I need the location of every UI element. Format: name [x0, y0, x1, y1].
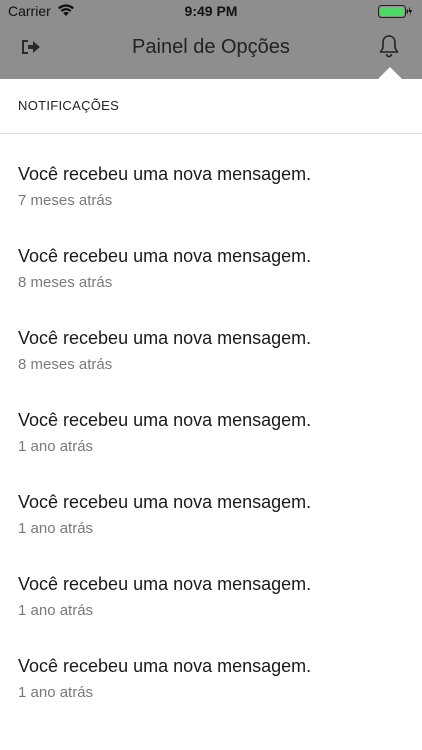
notification-time: 1 ano atrás: [18, 684, 94, 701]
notifications-header: NOTIFICAÇÕES: [18, 98, 120, 113]
notification-item[interactable]: Você recebeu uma nova mensagem. 8 meses …: [0, 328, 422, 410]
notification-time: 1 ano atrás: [18, 438, 94, 455]
notification-item[interactable]: Você recebeu uma nova mensagem. 1 ano at…: [0, 574, 422, 656]
notification-message: Você recebeu uma nova mensagem.: [18, 328, 312, 348]
notification-message: Você recebeu uma nova mensagem.: [18, 656, 312, 676]
divider: [0, 133, 422, 134]
notification-item[interactable]: Você recebeu uma nova mensagem. 7 meses …: [0, 164, 422, 246]
notification-time: 8 meses atrás: [18, 274, 113, 291]
status-bar: Carrier 9:49 PM: [0, 0, 422, 22]
notifications-popover: NOTIFICAÇÕES Você recebeu uma nova mensa…: [0, 79, 422, 750]
notifications-list: Você recebeu uma nova mensagem. 7 meses …: [0, 164, 422, 738]
notifications-button[interactable]: [378, 34, 402, 60]
notification-item[interactable]: Você recebeu uma nova mensagem. 8 meses …: [0, 246, 422, 328]
notification-time: 1 ano atrás: [18, 602, 94, 619]
notification-time: 8 meses atrás: [18, 356, 113, 373]
battery-icon: [378, 5, 412, 21]
popover-arrow: [378, 67, 402, 79]
bell-icon: [379, 35, 399, 58]
notification-message: Você recebeu uma nova mensagem.: [18, 492, 312, 512]
notification-item[interactable]: Você recebeu uma nova mensagem. 1 ano at…: [0, 492, 422, 574]
notification-message: Você recebeu uma nova mensagem.: [18, 574, 312, 594]
notification-item[interactable]: Você recebeu uma nova mensagem. 1 ano at…: [0, 410, 422, 492]
status-time: 9:49 PM: [184, 3, 238, 19]
page-title: Painel de Opções: [132, 36, 290, 58]
navigation-bar: Painel de Opções: [0, 22, 422, 76]
notification-message: Você recebeu uma nova mensagem.: [18, 164, 312, 184]
notification-message: Você recebeu uma nova mensagem.: [18, 246, 312, 266]
notification-time: 7 meses atrás: [18, 192, 113, 209]
notification-time: 1 ano atrás: [18, 520, 94, 537]
notification-message: Você recebeu uma nova mensagem.: [18, 410, 312, 430]
notification-item[interactable]: Você recebeu uma nova mensagem. 1 ano at…: [0, 656, 422, 738]
